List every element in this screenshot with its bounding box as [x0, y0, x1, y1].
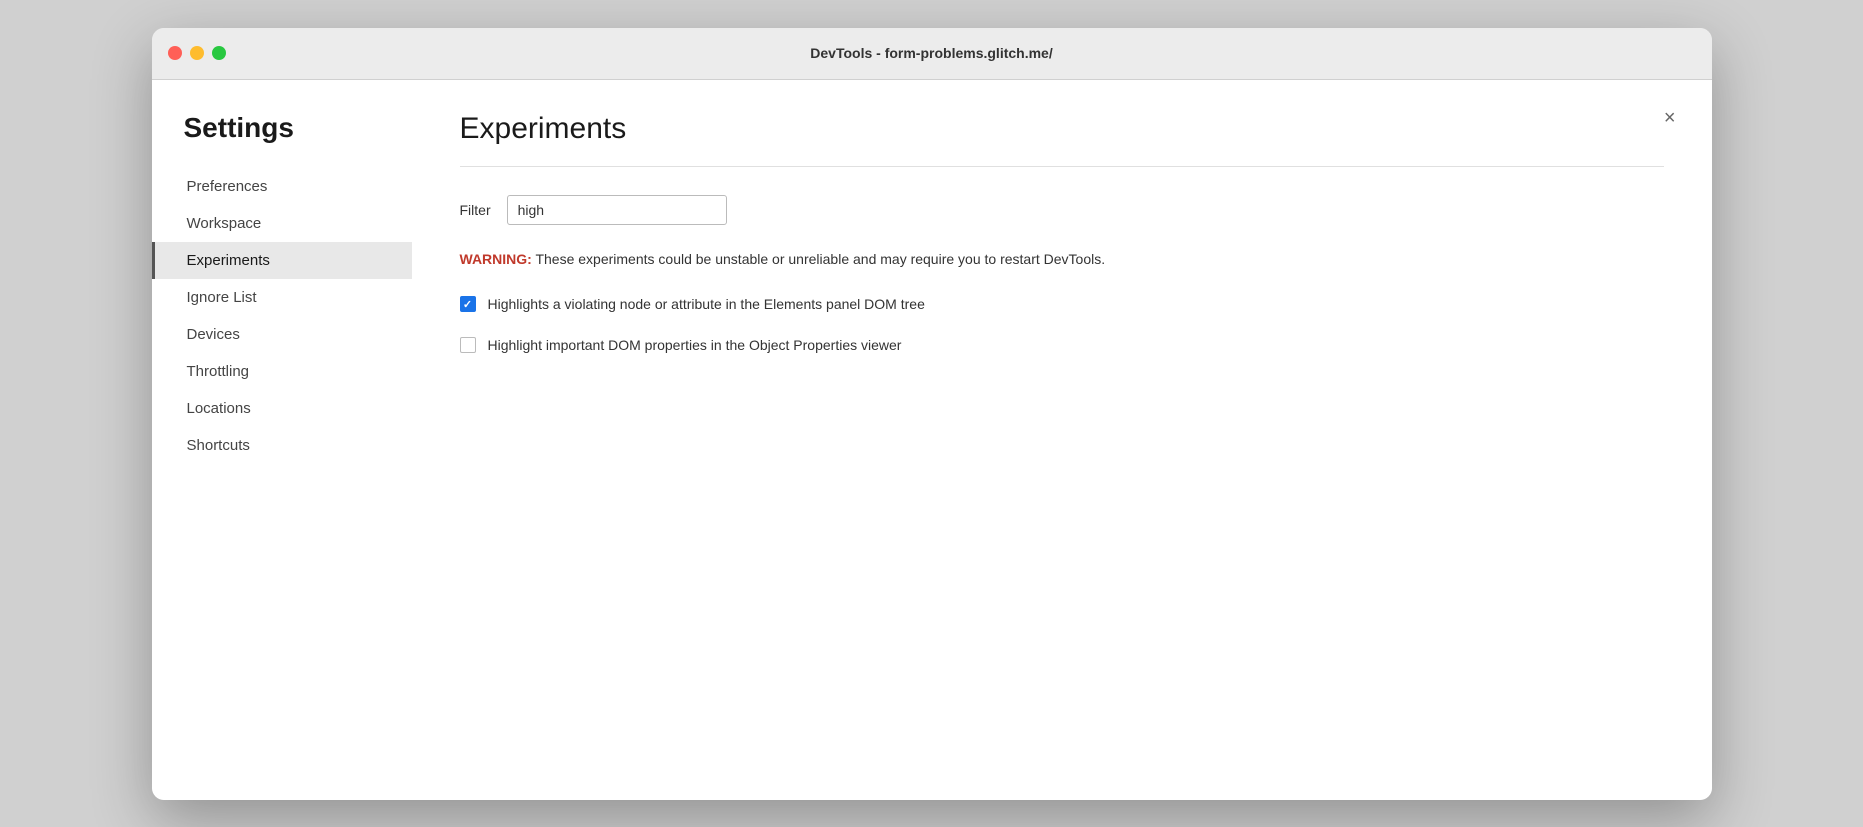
sidebar-item-shortcuts[interactable]: Shortcuts	[152, 427, 412, 464]
page-title: Experiments	[460, 112, 1664, 146]
content-area: Settings Preferences Workspace Experimen…	[152, 80, 1712, 800]
warning-message: WARNING: These experiments could be unst…	[460, 249, 1664, 270]
experiment-checkbox-1[interactable]	[460, 296, 476, 312]
experiment-checkbox-2[interactable]	[460, 337, 476, 353]
sidebar-nav: Preferences Workspace Experiments Ignore…	[152, 168, 412, 464]
sidebar-item-experiments[interactable]: Experiments	[152, 242, 412, 279]
experiment-item-1: Highlights a violating node or attribute…	[460, 294, 1664, 315]
sidebar-item-workspace[interactable]: Workspace	[152, 205, 412, 242]
filter-row: Filter	[460, 195, 1664, 225]
sidebar-item-ignore-list[interactable]: Ignore List	[152, 279, 412, 316]
main-panel: × Experiments Filter WARNING: These expe…	[412, 80, 1712, 800]
maximize-traffic-light[interactable]	[212, 46, 226, 60]
sidebar-item-devices[interactable]: Devices	[152, 316, 412, 353]
window-title: DevTools - form-problems.glitch.me/	[810, 45, 1052, 61]
warning-label: WARNING:	[460, 251, 532, 267]
minimize-traffic-light[interactable]	[190, 46, 204, 60]
filter-input[interactable]	[507, 195, 727, 225]
filter-label: Filter	[460, 202, 491, 218]
window: DevTools - form-problems.glitch.me/ Sett…	[152, 28, 1712, 800]
sidebar: Settings Preferences Workspace Experimen…	[152, 80, 412, 800]
sidebar-heading: Settings	[152, 112, 412, 144]
sidebar-item-preferences[interactable]: Preferences	[152, 168, 412, 205]
close-button[interactable]: ×	[1660, 104, 1680, 132]
experiment-checkbox-wrapper-2[interactable]: Highlight important DOM properties in th…	[460, 335, 902, 356]
traffic-lights	[168, 46, 226, 60]
warning-body: These experiments could be unstable or u…	[535, 251, 1105, 267]
experiment-checkbox-wrapper-1[interactable]: Highlights a violating node or attribute…	[460, 294, 925, 315]
sidebar-item-locations[interactable]: Locations	[152, 390, 412, 427]
experiment-item-2: Highlight important DOM properties in th…	[460, 335, 1664, 356]
sidebar-item-throttling[interactable]: Throttling	[152, 353, 412, 390]
section-divider	[460, 166, 1664, 167]
experiment-label-2: Highlight important DOM properties in th…	[488, 335, 902, 356]
close-traffic-light[interactable]	[168, 46, 182, 60]
experiment-label-1: Highlights a violating node or attribute…	[488, 294, 925, 315]
titlebar: DevTools - form-problems.glitch.me/	[152, 28, 1712, 80]
